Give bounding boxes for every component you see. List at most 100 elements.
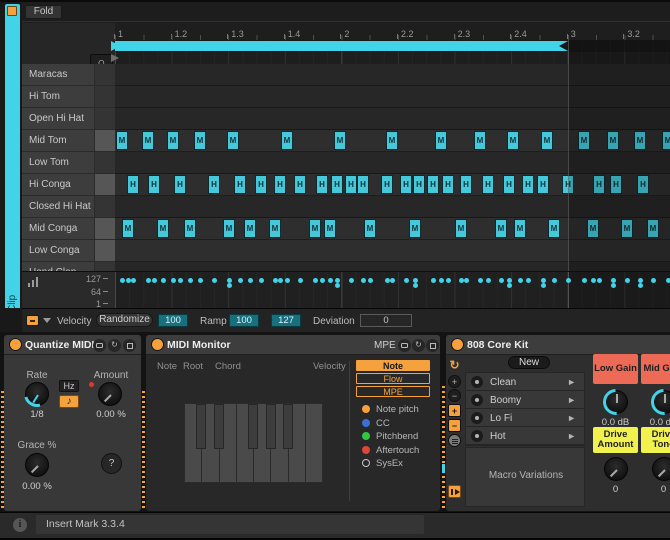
ramp-start-field[interactable]: 100 xyxy=(229,314,259,327)
velocity-marker[interactable] xyxy=(611,283,616,288)
velocity-marker[interactable] xyxy=(285,278,290,283)
drum-row-name[interactable]: Low Conga xyxy=(22,240,115,262)
midi-note[interactable]: M xyxy=(116,131,128,150)
midi-note[interactable]: M xyxy=(548,219,560,238)
device-on-toggle[interactable] xyxy=(9,338,22,351)
midi-note[interactable]: H xyxy=(460,175,472,194)
clip-color-strip[interactable]: Clip xyxy=(5,4,20,322)
deviation-field[interactable]: 0 xyxy=(360,314,412,327)
macro-mapping-icon[interactable] xyxy=(448,485,461,498)
velocity-marker[interactable] xyxy=(335,283,340,288)
comment-icon[interactable] xyxy=(398,339,411,352)
midi-note[interactable]: H xyxy=(345,175,357,194)
velocity-marker[interactable] xyxy=(171,278,176,283)
velocity-marker[interactable] xyxy=(161,278,166,283)
macro-value[interactable]: 0 xyxy=(641,484,670,495)
midi-note[interactable]: H xyxy=(255,175,267,194)
velocity-marker[interactable] xyxy=(320,278,325,283)
lane-select-arrow-icon[interactable] xyxy=(43,318,51,323)
drum-row-preview-cell[interactable] xyxy=(94,218,115,239)
velocity-marker[interactable] xyxy=(146,278,151,283)
save-preset-icon[interactable] xyxy=(426,339,439,352)
velocity-marker[interactable] xyxy=(198,278,203,283)
velocity-marker[interactable] xyxy=(597,278,602,283)
velocity-marker[interactable] xyxy=(152,278,157,283)
velocity-marker[interactable] xyxy=(188,278,193,283)
velocity-marker[interactable] xyxy=(298,278,303,283)
velocity-marker[interactable] xyxy=(259,278,264,283)
velocity-marker[interactable] xyxy=(349,278,354,283)
drum-row-preview-cell[interactable] xyxy=(94,130,115,151)
rate-knob[interactable] xyxy=(25,382,49,406)
velocity-marker[interactable] xyxy=(227,283,232,288)
macro-name-box[interactable]: Drive Amount xyxy=(593,427,638,453)
midi-note[interactable]: M xyxy=(334,131,346,150)
midi-note[interactable]: M xyxy=(541,131,553,150)
drum-row-preview-cell[interactable] xyxy=(94,240,115,261)
velocity-marker[interactable] xyxy=(541,283,546,288)
midi-note[interactable]: M xyxy=(495,219,507,238)
midi-note[interactable]: M xyxy=(269,219,281,238)
macro-knob[interactable] xyxy=(652,390,670,414)
macro-name-box[interactable]: Mid Gain xyxy=(641,354,670,384)
velocity-marker[interactable] xyxy=(566,278,571,283)
drum-row-name[interactable]: Open Hi Hat xyxy=(22,108,115,130)
midi-note[interactable]: H xyxy=(503,175,515,194)
velocity-marker[interactable] xyxy=(278,278,283,283)
midi-note[interactable]: M xyxy=(227,131,239,150)
midi-note[interactable]: M xyxy=(157,219,169,238)
clip-start-marker-icon[interactable] xyxy=(111,54,119,62)
drum-row-preview-cell[interactable] xyxy=(94,108,115,129)
variation-row[interactable]: Hot► xyxy=(466,427,584,445)
new-variation-button[interactable]: New xyxy=(508,356,550,369)
velocity-marker[interactable] xyxy=(431,278,436,283)
midi-note[interactable]: M xyxy=(386,131,398,150)
variation-launch-icon[interactable]: ► xyxy=(567,395,576,405)
midi-note[interactable]: M xyxy=(281,131,293,150)
velocity-marker[interactable] xyxy=(464,278,469,283)
macro-name-box[interactable]: Low Gain xyxy=(593,354,638,384)
variation-launch-icon[interactable]: ► xyxy=(567,377,576,387)
velocity-marker[interactable] xyxy=(313,278,318,283)
macro-knob[interactable] xyxy=(604,390,628,414)
macro-value[interactable]: 0 xyxy=(593,484,638,495)
drum-row-name[interactable]: Maracas xyxy=(22,64,115,86)
randomize-amount-field[interactable]: 100 xyxy=(158,314,188,327)
drum-row-preview-cell[interactable] xyxy=(94,152,115,173)
velocity-marker[interactable] xyxy=(591,278,596,283)
midi-note[interactable]: M xyxy=(309,219,321,238)
midi-note[interactable]: M xyxy=(142,131,154,150)
midi-note[interactable]: H xyxy=(482,175,494,194)
randomize-button[interactable]: Randomize xyxy=(96,313,153,327)
velocity-marker[interactable] xyxy=(518,278,523,283)
monitor-mode-button-note[interactable]: Note xyxy=(356,360,430,371)
velocity-marker[interactable] xyxy=(178,278,183,283)
velocity-marker[interactable] xyxy=(212,278,217,283)
lane-color-button[interactable] xyxy=(26,315,39,326)
hot-swap-icon[interactable]: ↻ xyxy=(412,339,425,352)
variation-menu-icon[interactable] xyxy=(448,434,461,447)
randomize-macros-icon[interactable]: ↻ xyxy=(448,359,461,372)
remove-macro-button[interactable]: − xyxy=(448,419,461,432)
velocity-marker[interactable] xyxy=(507,283,512,288)
monitor-mode-button-mpe[interactable]: MPE xyxy=(356,386,430,397)
grace-value[interactable]: 0.00 % xyxy=(10,481,64,492)
macro-knob[interactable] xyxy=(652,457,670,481)
velocity-lane[interactable] xyxy=(115,272,670,308)
midi-note[interactable]: H xyxy=(413,175,425,194)
comment-icon[interactable] xyxy=(93,339,106,352)
velocity-marker[interactable] xyxy=(499,278,504,283)
variation-row[interactable]: Clean► xyxy=(466,373,584,391)
drum-row-preview-cell[interactable] xyxy=(94,174,115,195)
velocity-marker[interactable] xyxy=(120,278,125,283)
save-preset-icon[interactable] xyxy=(123,339,136,352)
midi-note[interactable]: M xyxy=(514,219,526,238)
device-on-toggle[interactable] xyxy=(151,338,164,351)
velocity-marker[interactable] xyxy=(478,278,483,283)
midi-note[interactable]: H xyxy=(522,175,534,194)
velocity-marker[interactable] xyxy=(486,278,491,283)
midi-note[interactable]: H xyxy=(427,175,439,194)
midi-note[interactable]: M xyxy=(167,131,179,150)
drum-row-name[interactable]: Hi Tom xyxy=(22,86,115,108)
velocity-marker[interactable] xyxy=(238,278,243,283)
